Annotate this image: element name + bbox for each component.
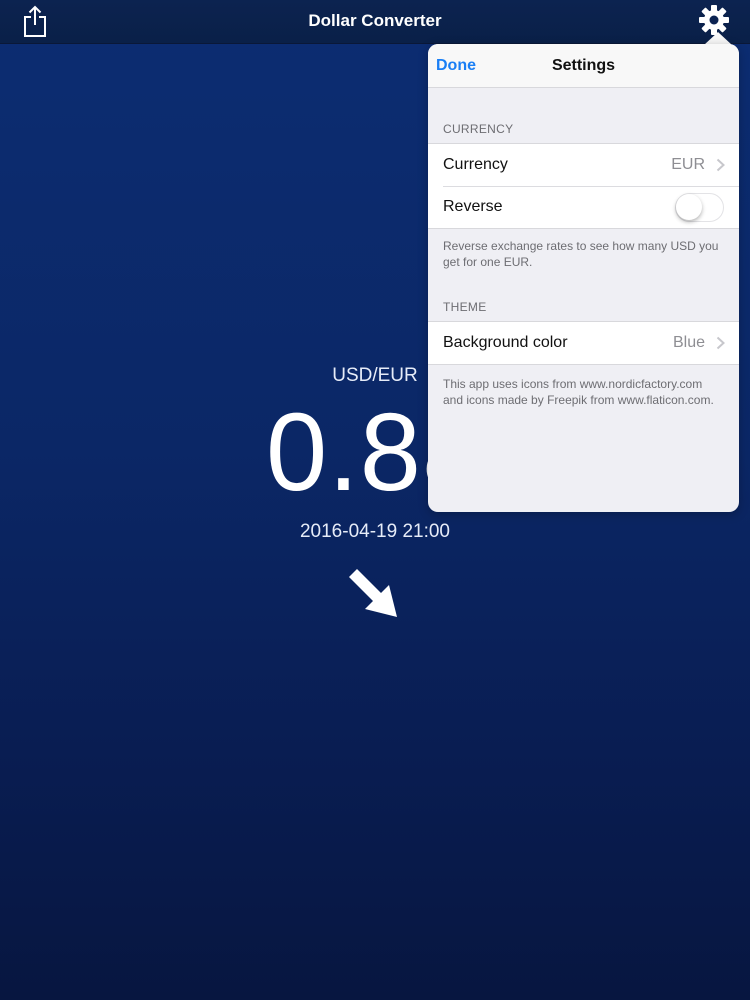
background-color-label: Background color [443,334,568,351]
toggle-knob [676,194,702,220]
credits-footer-note: This app uses icons from www.nordicfacto… [443,377,714,407]
popover-title: Settings [551,57,616,74]
background-color-row[interactable]: Background color Blue [428,322,739,364]
theme-group: Background color Blue [428,321,739,365]
background-color-value: Blue [672,334,705,351]
reverse-label: Reverse [443,198,503,215]
rate-timestamp: 2016-04-19 21:00 [299,521,450,542]
arrow-down-right-icon [349,569,397,617]
settings-popover: Done Settings CURRENCY Currency EUR Reve… [428,44,739,512]
navigation-bar: Dollar Converter [0,0,750,44]
currency-label: Currency [443,156,508,173]
app-title: Dollar Converter [308,11,442,30]
popover-header: Done Settings [428,44,739,88]
currency-group: Currency EUR Reverse [428,143,739,229]
reverse-row: Reverse [428,186,739,228]
reverse-footer-note: Reverse exchange rates to see how many U… [443,239,719,269]
currency-value: EUR [671,156,705,173]
chevron-right-icon [716,158,725,172]
section-header-currency: CURRENCY [443,122,514,136]
chevron-right-icon [716,336,725,350]
section-header-theme: THEME [443,300,487,314]
currency-row[interactable]: Currency EUR [428,144,739,186]
reverse-toggle[interactable] [675,193,724,222]
